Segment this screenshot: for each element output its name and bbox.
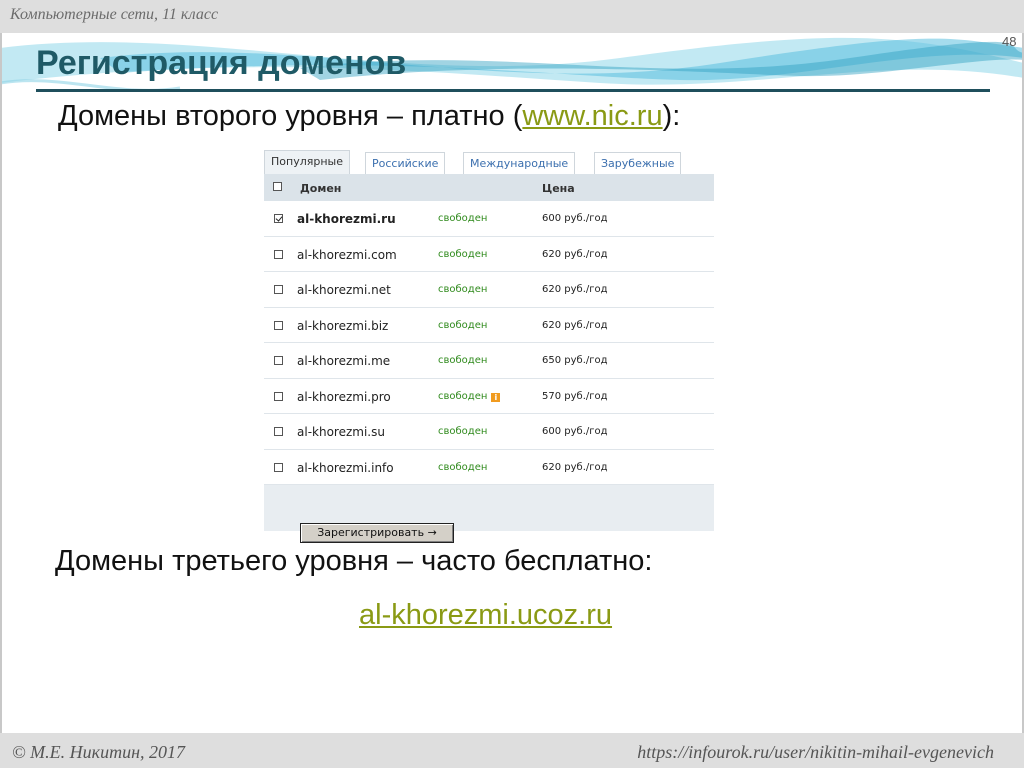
left-border [0,33,2,733]
domain-status-text: свободен [438,426,488,437]
domain-checkbox[interactable] [274,214,283,223]
second-level-domains-text: Домены второго уровня – платно (www.nic.… [58,100,680,133]
ucoz-domain-link[interactable]: al-khorezmi.ucoz.ru [359,599,612,632]
slide-title: Регистрация доменов [36,44,407,82]
domain-status: свободен [438,462,487,473]
domain-checkbox[interactable] [274,462,283,472]
domain-status-text: свободен [438,248,488,260]
domain-name: al-khorezmi.net [297,283,391,297]
domain-price: 570 руб./год [542,390,608,402]
domain-status: свободен i [438,390,501,402]
select-all-checkbox[interactable] [273,182,282,191]
domain-status: свободен [438,213,487,224]
domain-tabs: Популярные Российские Международные Зару… [264,150,714,174]
domain-status-text: свободен [438,461,488,473]
domain-name: al-khorezmi.ru [297,212,396,226]
footer-url: https://infourok.ru/user/nikitin-mihail-… [637,742,994,762]
tab-russian[interactable]: Российские [365,152,446,174]
slide-number: 48 [1002,34,1017,49]
domain-status: свободен [438,320,487,331]
domain-registration-widget: Популярные Российские Международные Зару… [264,150,714,543]
domain-table: Домен Цена al-khorezmi.ru свободен 600 руб… [264,174,714,543]
column-domain: Домен [300,182,342,195]
domain-checkbox[interactable] [274,320,283,330]
line1-before: Домены второго уровня – платно ( [58,100,523,132]
domain-checkbox[interactable] [274,249,283,259]
domain-checkbox[interactable] [274,427,283,436]
domain-checkbox[interactable] [274,285,283,294]
domain-name: al-khorezmi.pro [297,389,391,404]
tab-popular[interactable]: Популярные [264,150,350,174]
title-underline [36,89,990,92]
column-price: Цена [542,182,575,195]
domain-status-text: свободен [438,390,488,402]
table-row: al-khorezmi.info свободен 620 руб./год [264,449,714,485]
domain-price: 620 руб./год [542,319,608,331]
domain-price: 620 руб./год [542,248,608,260]
domain-price: 620 руб./год [542,461,608,473]
domain-price: 620 руб./год [542,284,608,295]
domain-name: al-khorezmi.biz [297,318,389,333]
table-row: al-khorezmi.ru свободен 600 руб./год [264,201,714,237]
domain-name: al-khorezmi.info [297,460,394,475]
domain-price: 650 руб./год [542,355,608,366]
table-row: al-khorezmi.biz свободен 620 руб./год [264,307,714,343]
domain-status-text: свободен [438,213,488,224]
table-row: al-khorezmi.net свободен 620 руб./год [264,272,714,308]
domain-price: 600 руб./год [542,426,608,437]
table-row: al-khorezmi.me свободен 650 руб./год [264,343,714,379]
domain-status: свободен [438,249,487,260]
domain-rows: al-khorezmi.ru свободен 600 руб./год al-kho… [264,201,714,485]
domain-status: свободен [438,426,487,437]
tab-international[interactable]: Международные [463,152,576,174]
table-row: al-khorezmi.com свободен 620 руб./год [264,236,714,272]
tab-foreign[interactable]: Зарубежные [594,152,682,174]
course-title: Компьютерные сети, 11 класс [10,6,219,23]
line1-after: ): [662,100,681,132]
domain-checkbox[interactable] [274,391,283,401]
table-row: al-khorezmi.pro свободен i 570 руб./год [264,378,714,414]
domain-status: свободен [438,284,487,295]
domain-checkbox[interactable] [274,356,283,365]
domain-status-text: свободен [438,355,488,366]
register-button[interactable]: Зарегистрировать → [300,523,454,543]
table-row: al-khorezmi.su свободен 600 руб./год [264,414,714,450]
domain-name: al-khorezmi.su [297,425,385,439]
footer-author: © М.Е. Никитин, 2017 [12,742,186,762]
table-header: Домен Цена [264,174,714,201]
nic-ru-link[interactable]: www.nic.ru [522,100,662,132]
domain-name: al-khorezmi.com [297,247,397,262]
info-icon[interactable]: i [491,392,501,402]
domain-status-text: свободен [438,319,488,331]
domain-name: al-khorezmi.me [297,354,391,368]
domain-status-text: свободен [438,284,488,295]
third-level-domains-text: Домены третьего уровня – часто бесплатно… [55,545,653,577]
domain-status: свободен [438,355,487,366]
domain-price: 600 руб./год [542,213,608,224]
